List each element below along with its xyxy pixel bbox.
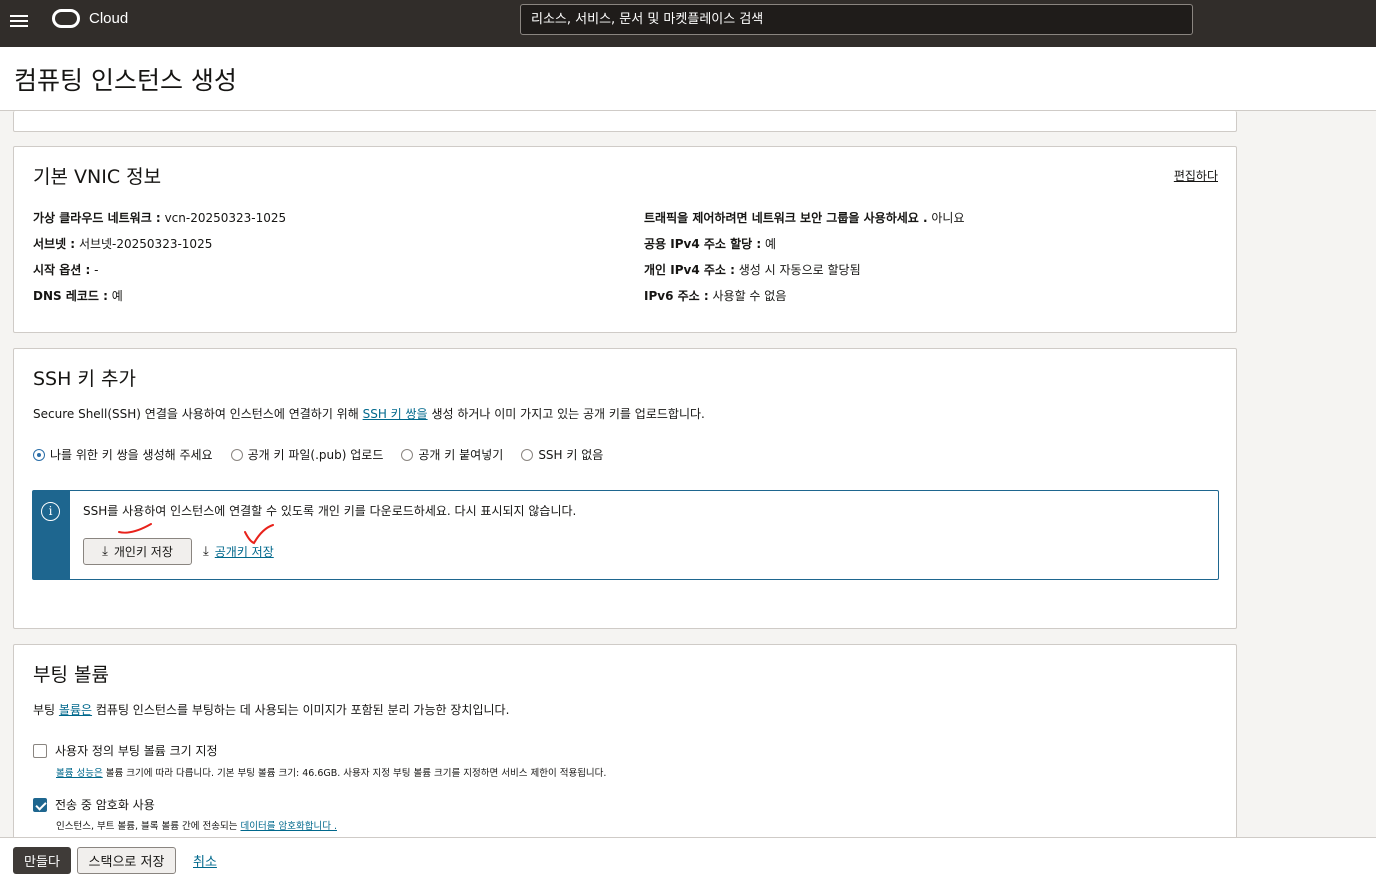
create-button[interactable]: 만들다 (13, 847, 71, 874)
radio-no-ssh-keys[interactable]: SSH 키 없음 (521, 446, 603, 463)
save-private-key-button[interactable]: ⤓ 개인키 저장 (83, 538, 192, 565)
vnic-ipv6-row: IPv6 주소 : 사용할 수 없음 (644, 289, 787, 303)
vnic-subnet-row: 서브넷 : 서브넷-20250323-1025 (33, 237, 213, 251)
logo-text[interactable]: Cloud (89, 10, 128, 27)
ssh-description: Secure Shell(SSH) 연결을 사용하여 인스턴스에 연결하기 위해… (33, 407, 705, 421)
radio-dot[interactable] (401, 448, 414, 461)
info-box-stripe: i (33, 491, 70, 579)
boot-volume-card: 부팅 볼륨 부팅 볼륨은 컴퓨팅 인스턴스를 부팅하는 데 사용되는 이미지가 … (13, 644, 1237, 844)
page-title: 컴퓨팅 인스턴스 생성 (14, 66, 237, 95)
in-transit-encryption-row: 전송 중 암호화 사용 (33, 796, 155, 813)
save-as-stack-button[interactable]: 스택으로 저장 (77, 847, 176, 874)
ssh-keys-card: SSH 키 추가 Secure Shell(SSH) 연결을 사용하여 인스턴스… (13, 348, 1237, 629)
download-icon: ⤓ (102, 544, 108, 559)
boot-volume-link[interactable]: 볼륨은 (59, 703, 92, 717)
vnic-public-ip-row: 공용 IPv4 주소 할당 : 예 (644, 237, 777, 251)
ssh-info-text: SSH를 사용하여 인스턴스에 연결할 수 있도록 개인 키를 다운로드하세요.… (83, 504, 577, 518)
vnic-nsg-row: 트래픽을 제어하려면 네트워크 보안 그룹을 사용하세요 . 아니요 (644, 211, 965, 225)
primary-vnic-card: 기본 VNIC 정보 편집하다 가상 클라우드 네트워크 : vcn-20250… (13, 146, 1237, 333)
ssh-section-title: SSH 키 추가 (33, 368, 136, 390)
page-header: 컴퓨팅 인스턴스 생성 (0, 47, 1376, 111)
boot-section-title: 부팅 볼륨 (33, 664, 109, 686)
radio-dot[interactable] (33, 448, 45, 461)
boot-description: 부팅 볼륨은 컴퓨팅 인스턴스를 부팅하는 데 사용되는 이미지가 포함된 분리… (33, 703, 510, 717)
in-transit-encryption-note: 인스턴스, 부트 볼륨, 블록 볼륨 간에 전송되는 데이터를 암호화합니다 . (56, 821, 337, 832)
custom-boot-size-row: 사용자 정의 부팅 볼륨 크기 지정 (33, 742, 218, 759)
save-public-key-link[interactable]: ⤓ 공개키 저장 (203, 543, 274, 560)
in-transit-encryption-checkbox[interactable] (33, 797, 47, 812)
hamburger-menu-icon[interactable] (10, 12, 28, 28)
right-gutter (1237, 111, 1376, 837)
search-input[interactable]: 리소스, 서비스, 문서 및 마켓플레이스 검색 (520, 4, 1193, 35)
radio-paste-public-key[interactable]: 공개 키 붙여넣기 (401, 446, 503, 463)
ssh-key-pair-link[interactable]: SSH 키 쌍을 (363, 407, 428, 421)
vnic-private-ip-row: 개인 IPv4 주소 : 생성 시 자동으로 할당됨 (644, 263, 861, 277)
radio-upload-public-key[interactable]: 공개 키 파일(.pub) 업로드 (230, 446, 383, 463)
oracle-logo-icon[interactable] (52, 9, 80, 28)
radio-generate-key-pair[interactable]: 나를 위한 키 쌍을 생성해 주세요 (33, 446, 213, 463)
custom-boot-size-note: 볼륨 성능은 볼륨 크기에 따라 다릅니다. 기본 부팅 볼륨 크기: 46.6… (56, 768, 607, 779)
custom-boot-size-checkbox[interactable] (33, 743, 47, 758)
vnic-edit-link[interactable]: 편집하다 (1174, 167, 1218, 184)
info-icon: i (41, 502, 60, 521)
ssh-option-group: 나를 위한 키 쌍을 생성해 주세요 공개 키 파일(.pub) 업로드 공개 … (33, 446, 603, 463)
download-icon: ⤓ (203, 544, 209, 559)
cancel-link[interactable]: 취소 (193, 851, 217, 870)
top-nav-bar: Cloud 리소스, 서비스, 문서 및 마켓플레이스 검색 (0, 0, 1376, 47)
bottom-action-bar: 만들다 스택으로 저장 취소 (0, 837, 1376, 878)
ssh-info-box: i SSH를 사용하여 인스턴스에 연결할 수 있도록 개인 키를 다운로드하세… (32, 490, 1219, 580)
encrypt-data-link[interactable]: 데이터를 암호화합니다 . (241, 821, 337, 832)
radio-dot[interactable] (521, 448, 534, 461)
vnic-launch-options-row: 시작 옵션 : - (33, 263, 99, 277)
previous-section-card (13, 111, 1237, 132)
vnic-section-title: 기본 VNIC 정보 (33, 166, 162, 188)
vnic-vcn-row: 가상 클라우드 네트워크 : vcn-20250323-1025 (33, 211, 287, 225)
radio-dot[interactable] (230, 448, 243, 461)
volume-performance-link[interactable]: 볼륨 성능은 (56, 768, 103, 779)
vnic-dns-row: DNS 레코드 : 예 (33, 289, 123, 303)
